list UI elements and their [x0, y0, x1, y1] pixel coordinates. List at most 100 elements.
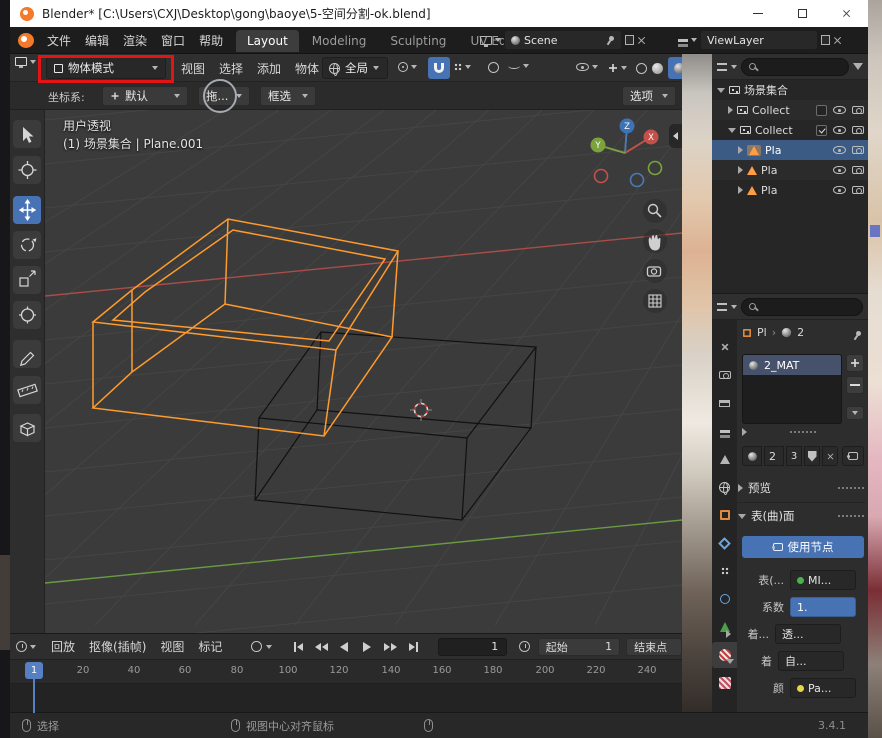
prev-keyframe-button[interactable]	[311, 638, 332, 656]
filter-icon[interactable]	[853, 63, 863, 70]
menu-keying[interactable]: 抠像(插帧)	[82, 638, 153, 655]
scene-new-icon[interactable]	[625, 35, 634, 45]
breadcrumb-material[interactable]: 2	[797, 326, 804, 339]
shading-wireframe-button[interactable]	[636, 63, 647, 74]
factor-slider[interactable]: 1.	[790, 597, 856, 617]
camera-icon[interactable]	[852, 106, 864, 114]
scene-browse-icon[interactable]	[480, 36, 492, 45]
camera-icon[interactable]	[852, 126, 864, 134]
shader1-dropdown[interactable]: 透...	[775, 624, 841, 644]
tab-scene[interactable]	[712, 446, 737, 472]
frame-end-field[interactable]: 结束点	[626, 638, 682, 656]
unlink-button[interactable]	[822, 446, 838, 466]
properties-editor-icon[interactable]	[717, 303, 727, 311]
eye-icon[interactable]	[833, 166, 846, 174]
fake-user-button[interactable]	[804, 446, 820, 466]
minimize-button[interactable]	[736, 0, 780, 27]
maximize-button[interactable]	[780, 0, 824, 27]
outliner-row-plane-active[interactable]: Pla	[712, 140, 868, 160]
menu-window[interactable]: 窗口	[154, 32, 192, 49]
expand-icon[interactable]	[738, 166, 743, 174]
next-keyframe-button[interactable]	[380, 638, 401, 656]
menu-view[interactable]: 视图	[153, 638, 191, 655]
overlays-dropdown[interactable]	[576, 63, 598, 71]
tab-viewlayer[interactable]	[712, 418, 737, 444]
tool-scale[interactable]	[13, 266, 41, 294]
shading-rendered-button[interactable]	[668, 57, 682, 79]
surface-shader-dropdown[interactable]: MI...	[790, 570, 856, 590]
expand-icon[interactable]	[726, 630, 731, 638]
material-name-field[interactable]: 2	[764, 446, 784, 466]
chevron-down-icon[interactable]	[731, 65, 737, 69]
sidebar-collapse-handle[interactable]	[669, 124, 682, 148]
auto-key-button[interactable]	[251, 641, 262, 652]
tool-cursor[interactable]	[13, 156, 41, 184]
menu-object[interactable]: 物体	[288, 60, 326, 77]
playhead[interactable]: 1	[25, 662, 43, 679]
material-users-button[interactable]: 3	[786, 446, 802, 466]
play-reverse-button[interactable]	[334, 638, 355, 656]
material-slot-active[interactable]: 2_MAT	[743, 355, 841, 375]
close-button[interactable]	[824, 0, 868, 27]
tab-modifiers[interactable]	[712, 530, 737, 556]
tool-rotate[interactable]	[13, 231, 41, 259]
surface-section-header[interactable]: 表(曲)面	[738, 508, 864, 524]
select-mode-dropdown[interactable]: 框选	[260, 86, 316, 106]
viewlayer-remove-icon[interactable]	[833, 36, 842, 45]
outliner-row-plane-2[interactable]: Pla	[712, 160, 868, 180]
menu-file[interactable]: 文件	[40, 32, 78, 49]
workspace-tab-sculpting[interactable]: Sculpting	[379, 30, 457, 52]
tab-render[interactable]	[712, 362, 737, 388]
tool-add-cube[interactable]	[13, 414, 41, 442]
outliner-editor-icon[interactable]	[717, 63, 727, 71]
gizmos-dropdown[interactable]	[608, 63, 627, 73]
menu-help[interactable]: 帮助	[192, 32, 230, 49]
pin-icon[interactable]	[607, 36, 615, 44]
eye-icon[interactable]	[833, 186, 846, 194]
tab-world[interactable]	[712, 474, 737, 500]
tool-move[interactable]	[13, 196, 41, 224]
menu-marker[interactable]: 标记	[191, 638, 229, 655]
outliner-row-plane-3[interactable]: Pla	[712, 180, 868, 200]
expand-icon[interactable]	[728, 128, 736, 133]
titlebar[interactable]: Blender* [C:\Users\CXJ\Desktop\gong\baoy…	[10, 0, 868, 27]
pin-icon[interactable]	[854, 331, 862, 339]
slot-remove-button[interactable]	[846, 376, 864, 394]
use-nodes-button[interactable]: 使用节点	[742, 536, 864, 558]
proportional-edit-toggle[interactable]	[488, 62, 499, 76]
shading-solid-button[interactable]	[652, 63, 663, 74]
material-slot-list[interactable]: 2_MAT	[742, 354, 842, 424]
tool-select-box[interactable]	[13, 120, 41, 148]
collapse-icon[interactable]	[726, 659, 734, 664]
orientation-dropdown[interactable]: 全局	[322, 57, 388, 79]
link-mode-dropdown[interactable]	[842, 446, 864, 466]
camera-icon[interactable]	[852, 146, 864, 154]
expand-icon[interactable]	[738, 186, 743, 194]
mode-dropdown[interactable]: 物体模式	[46, 57, 166, 79]
current-frame-field[interactable]: 1	[438, 638, 507, 656]
eye-icon[interactable]	[833, 126, 846, 134]
eye-icon[interactable]	[833, 106, 846, 114]
preview-section-header[interactable]: 预览	[738, 480, 864, 496]
camera-icon[interactable]	[852, 166, 864, 174]
menu-select[interactable]: 选择	[212, 60, 250, 77]
tool-transform[interactable]	[13, 301, 41, 329]
snap-settings-dropdown[interactable]	[454, 63, 471, 71]
expand-icon[interactable]	[742, 428, 747, 436]
viewport-3d[interactable]: Z X Y 用户透视 (1) 场景集合 |	[45, 110, 682, 633]
viewlayer-new-icon[interactable]	[821, 35, 830, 45]
shader2-dropdown[interactable]: 自...	[778, 651, 844, 671]
timeline-channels[interactable]	[10, 684, 682, 713]
outliner-search-input[interactable]	[741, 58, 849, 76]
frame-start-field[interactable]: 起始1	[538, 638, 620, 656]
menu-view[interactable]: 视图	[174, 60, 212, 77]
menu-edit[interactable]: 编辑	[78, 32, 116, 49]
slot-specials-button[interactable]	[846, 406, 864, 420]
expand-icon[interactable]	[717, 88, 725, 93]
tab-particles[interactable]	[712, 558, 737, 584]
breadcrumb-object[interactable]: Pl	[757, 326, 767, 339]
expand-icon[interactable]	[728, 106, 733, 114]
exclude-checkbox[interactable]	[816, 105, 827, 116]
tab-tool[interactable]	[712, 334, 737, 360]
blender-logo[interactable]	[18, 33, 34, 48]
